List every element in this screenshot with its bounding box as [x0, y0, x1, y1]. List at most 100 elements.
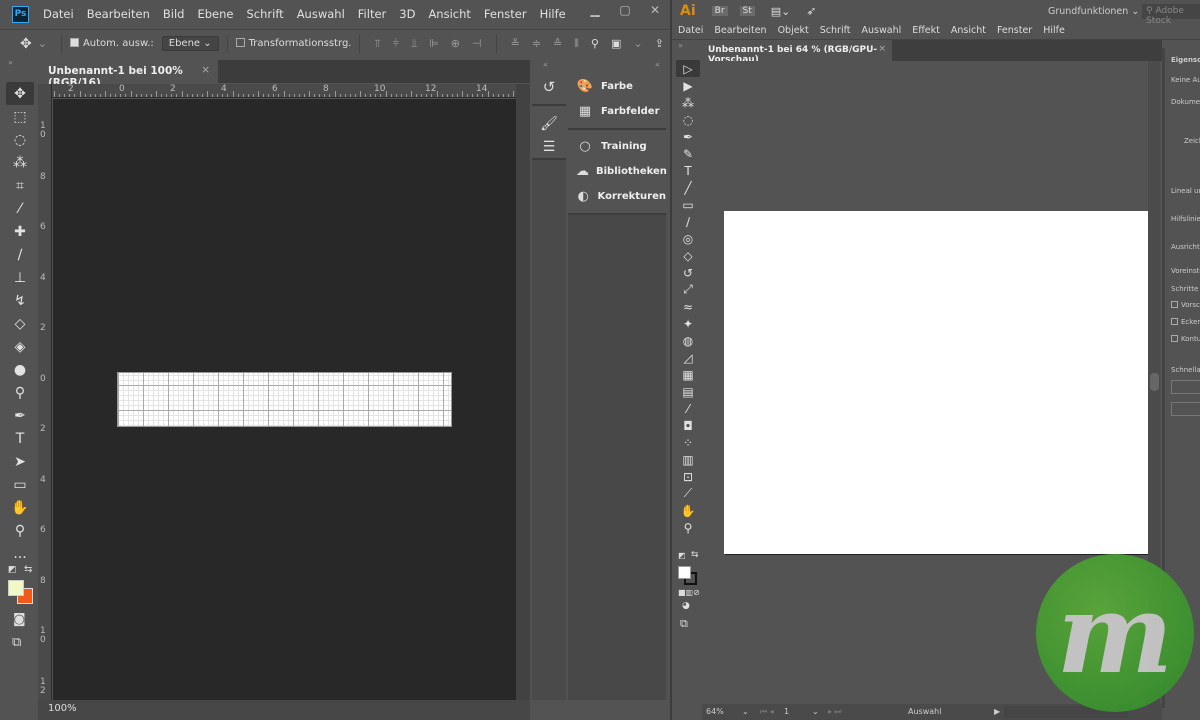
- path-selection-icon[interactable]: ➤: [6, 450, 34, 473]
- align-right-icon[interactable]: ⊣: [472, 37, 482, 50]
- quick-mask-icon[interactable]: ◙: [13, 612, 26, 627]
- mesh-icon[interactable]: ▦: [676, 366, 700, 383]
- menu-item-fenster[interactable]: Fenster: [997, 25, 1032, 36]
- marquee-icon[interactable]: ⬚: [6, 105, 34, 128]
- align-hcenter-icon[interactable]: ⊕: [451, 37, 460, 50]
- perspective-icon[interactable]: ◿: [676, 349, 700, 366]
- artboard-dropdown-icon[interactable]: ⌄: [812, 707, 819, 716]
- screen-mode-icon[interactable]: ⧉: [12, 635, 21, 650]
- zoom-icon[interactable]: ⚲: [676, 519, 700, 536]
- type-icon[interactable]: T: [6, 427, 34, 450]
- scale-corners-checkbox[interactable]: Ecken: [1171, 318, 1200, 326]
- scale-strokes-checkbox[interactable]: Kontu: [1171, 335, 1200, 343]
- puppet-warp-icon[interactable]: ✦: [676, 315, 700, 332]
- distribute-center-icon[interactable]: ≑: [532, 37, 541, 50]
- default-colors-icon[interactable]: ◩: [8, 565, 17, 575]
- artboard-icon[interactable]: ⊡: [676, 468, 700, 485]
- tool-preset-dropdown-icon[interactable]: ⌄: [38, 37, 47, 50]
- shape-builder-icon[interactable]: ◍: [676, 332, 700, 349]
- vertical-scrollbar[interactable]: [516, 84, 530, 700]
- rectangle-icon[interactable]: ▭: [6, 473, 34, 496]
- workspace-icon[interactable]: ▣: [611, 37, 621, 50]
- zoom-icon[interactable]: ⚲: [6, 519, 34, 542]
- zoom-dropdown-icon[interactable]: ⌄: [742, 707, 749, 716]
- align-vcenter-icon[interactable]: ⫩: [393, 37, 399, 51]
- default-fill-stroke-icon[interactable]: ◩: [678, 551, 686, 560]
- menu-item-auswahl[interactable]: Auswahl: [862, 25, 902, 36]
- stock-button[interactable]: St: [739, 6, 755, 16]
- menu-item-hilfe[interactable]: Hilfe: [540, 7, 566, 21]
- ps-document-canvas[interactable]: [117, 372, 452, 427]
- search-icon[interactable]: ⚲: [591, 37, 599, 50]
- graph-icon[interactable]: ▥: [676, 451, 700, 468]
- move-icon[interactable]: ✥: [6, 82, 34, 105]
- minimize-icon[interactable]: ▁: [580, 0, 610, 22]
- brush-settings-icon[interactable]: 🖌: [535, 112, 563, 135]
- close-icon[interactable]: ×: [878, 44, 886, 54]
- lasso-icon[interactable]: ◌: [6, 128, 34, 151]
- menu-item-filter[interactable]: Filter: [358, 7, 386, 21]
- clone-stamp-icon[interactable]: ⊥: [6, 266, 34, 289]
- distribute-bottom-icon[interactable]: ≙: [553, 37, 562, 50]
- dodge-icon[interactable]: ⚲: [6, 381, 34, 404]
- quick-action-button[interactable]: [1171, 402, 1200, 416]
- eyedropper-icon[interactable]: ⁄: [676, 400, 700, 417]
- close-icon[interactable]: ✕: [640, 0, 670, 22]
- preview-bounds-checkbox[interactable]: Vorsc: [1171, 301, 1200, 309]
- eraser-icon[interactable]: ◇: [676, 247, 700, 264]
- crop-icon[interactable]: ⌗: [6, 174, 34, 197]
- foreground-color-swatch[interactable]: [8, 580, 24, 596]
- eraser-icon[interactable]: ◇: [6, 312, 34, 335]
- move-tool-icon[interactable]: ✥: [20, 36, 32, 52]
- direct-selection-icon[interactable]: ▶: [676, 77, 700, 94]
- menu-item-bild[interactable]: Bild: [163, 7, 185, 21]
- share-icon[interactable]: ⇪: [655, 37, 664, 50]
- align-bottom-icon[interactable]: ⫫: [411, 37, 417, 51]
- paint-bucket-icon[interactable]: ◈: [6, 335, 34, 358]
- lasso-icon[interactable]: ◌: [676, 111, 700, 128]
- distribute-top-icon[interactable]: ≚: [511, 37, 520, 50]
- align-top-icon[interactable]: ⫪: [374, 37, 380, 51]
- blur-icon[interactable]: ●: [6, 358, 34, 381]
- menu-item-ansicht[interactable]: Ansicht: [428, 7, 470, 21]
- menu-item-ansicht[interactable]: Ansicht: [951, 25, 986, 36]
- rotate-icon[interactable]: ↺: [676, 264, 700, 281]
- menu-item-bearbeiten[interactable]: Bearbeiten: [87, 7, 150, 21]
- first-artboard-icon[interactable]: ⏮ ◂: [760, 707, 774, 717]
- menu-item-effekt[interactable]: Effekt: [912, 25, 940, 36]
- selection-icon[interactable]: ▷: [676, 60, 700, 77]
- line-icon[interactable]: ╱: [676, 179, 700, 196]
- gpu-performance-icon[interactable]: ➶: [806, 4, 816, 18]
- magic-wand-icon[interactable]: ⁂: [6, 151, 34, 174]
- collapse-panels-icon[interactable]: «: [655, 60, 660, 69]
- scrollbar-thumb[interactable]: [1150, 373, 1159, 391]
- magic-wand-icon[interactable]: ⁂: [676, 94, 700, 111]
- zoom-level[interactable]: 100%: [48, 703, 77, 714]
- align-left-icon[interactable]: ⊫: [429, 37, 439, 50]
- rectangle-icon[interactable]: ▭: [676, 196, 700, 213]
- type-icon[interactable]: T: [676, 162, 700, 179]
- menu-item-schrift[interactable]: Schrift: [820, 25, 851, 36]
- panel-item-farbfelder[interactable]: ▦ Farbfelder: [568, 99, 666, 124]
- next-artboard-icon[interactable]: ▸ ⏭: [828, 707, 842, 717]
- collapse-panels-icon[interactable]: «: [543, 60, 548, 69]
- hand-icon[interactable]: ✋: [676, 502, 700, 519]
- curvature-icon[interactable]: ✎: [676, 145, 700, 162]
- history-icon[interactable]: ↺: [532, 70, 566, 106]
- eyedropper-icon[interactable]: ⁄: [6, 197, 34, 220]
- properties-sliders-icon[interactable]: ☰: [535, 135, 563, 158]
- shaper-icon[interactable]: ◎: [676, 230, 700, 247]
- workspace-dropdown-icon[interactable]: ⌄: [633, 37, 642, 50]
- scale-icon[interactable]: ⤢: [676, 281, 700, 298]
- panel-item-farbe[interactable]: 🎨 Farbe: [568, 74, 666, 99]
- arrange-documents-icon[interactable]: ▤⌄: [771, 5, 791, 18]
- menu-item-schrift[interactable]: Schrift: [246, 7, 283, 21]
- menu-item-ebene[interactable]: Ebene: [197, 7, 233, 21]
- ps-document-tab[interactable]: Unbenannt-1 bei 100% (RGB/16) ×: [38, 60, 218, 89]
- close-icon[interactable]: ×: [201, 64, 210, 76]
- paintbrush-icon[interactable]: ∕: [676, 213, 700, 230]
- menu-item-hilfe[interactable]: Hilfe: [1043, 25, 1065, 36]
- pen-icon[interactable]: ✒: [676, 128, 700, 145]
- zoom-level[interactable]: 64%: [706, 707, 724, 716]
- ai-artboard[interactable]: [724, 211, 1150, 554]
